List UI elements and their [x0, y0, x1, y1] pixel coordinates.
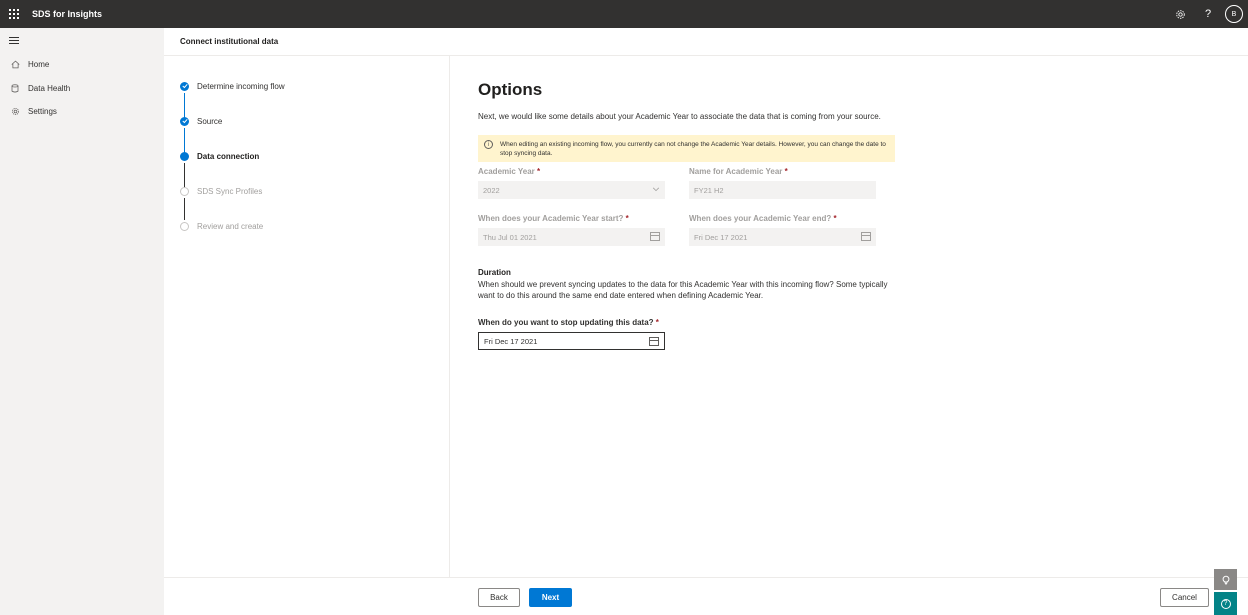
cancel-button[interactable]: Cancel	[1160, 588, 1209, 607]
stop-date-label: When do you want to stop updating this d…	[478, 318, 654, 327]
stop-date-value: Fri Dec 17 2021	[484, 336, 538, 346]
end-date-label: When does your Academic Year end?	[689, 214, 832, 223]
warning-message-bar: i When editing an existing incoming flow…	[478, 135, 895, 162]
duration-description: When should we prevent syncing updates t…	[478, 280, 888, 300]
hamburger-menu-icon[interactable]	[9, 37, 19, 46]
home-icon	[9, 60, 21, 69]
help-icon[interactable]: ?	[1194, 0, 1222, 28]
warning-text: When editing an existing incoming flow, …	[500, 141, 886, 157]
settings-icon[interactable]	[1166, 0, 1194, 28]
step-source[interactable]: Source	[180, 114, 222, 128]
nav-item-label: Home	[28, 59, 50, 69]
nav-item-label: Data Health	[28, 83, 71, 93]
stop-date-picker[interactable]: Fri Dec 17 2021	[478, 332, 665, 350]
checkmark-icon	[180, 116, 189, 126]
calendar-icon[interactable]	[649, 337, 659, 346]
academic-year-value: 2022	[483, 185, 500, 195]
nav-item-data-health[interactable]: Data Health	[0, 78, 164, 98]
academic-year-label: Academic Year	[478, 167, 535, 176]
gear-icon	[9, 107, 21, 116]
back-button[interactable]: Back	[478, 588, 520, 607]
chevron-down-icon	[652, 185, 660, 195]
step-label: SDS Sync Profiles	[197, 186, 263, 196]
empty-circle-icon	[180, 186, 189, 196]
next-button[interactable]: Next	[529, 588, 572, 607]
required-marker: *	[784, 167, 788, 176]
step-determine-incoming-flow[interactable]: Determine incoming flow	[180, 79, 285, 93]
step-label: Determine incoming flow	[197, 81, 285, 91]
step-label: Source	[197, 116, 223, 126]
stop-date-field: When do you want to stop updating this d…	[478, 318, 665, 350]
top-bar: SDS for Insights ? B	[0, 0, 1248, 28]
step-label: Review and create	[197, 221, 264, 231]
intro-text: Next, we would like some details about y…	[478, 112, 881, 121]
checkmark-icon	[180, 81, 189, 91]
start-date-label: When does your Academic Year start?	[478, 214, 624, 223]
wizard-stepper: Determine incoming flow Source Data conn…	[164, 56, 450, 577]
left-navigation: Home Data Health Settings	[0, 28, 164, 615]
empty-circle-icon	[180, 221, 189, 231]
academic-year-name-label: Name for Academic Year	[689, 167, 783, 176]
nav-item-settings[interactable]: Settings	[0, 101, 164, 121]
current-step-icon	[180, 151, 189, 161]
wizard-footer: Back Next Cancel	[164, 577, 1248, 615]
end-date-field: When does your Academic Year end? * Fri …	[689, 214, 876, 246]
academic-year-name-field: Name for Academic Year * FY21 H2	[689, 167, 876, 199]
feedback-icon[interactable]	[1214, 569, 1237, 590]
end-date-value: Fri Dec 17 2021	[694, 232, 748, 242]
academic-year-dropdown[interactable]: 2022	[478, 181, 665, 199]
academic-year-name-value: FY21 H2	[694, 185, 724, 195]
page-title: Connect institutional data	[180, 37, 279, 46]
required-marker: *	[625, 214, 629, 223]
page-header: Connect institutional data	[164, 28, 1248, 56]
start-date-field: When does your Academic Year start? * Th…	[478, 214, 665, 246]
academic-year-field: Academic Year * 2022	[478, 167, 665, 199]
end-date-picker[interactable]: Fri Dec 17 2021	[689, 228, 876, 246]
academic-year-name-input[interactable]: FY21 H2	[689, 181, 876, 199]
calendar-icon[interactable]	[650, 232, 660, 241]
database-icon	[9, 83, 21, 93]
app-launcher-icon[interactable]	[0, 0, 28, 28]
start-date-picker[interactable]: Thu Jul 01 2021	[478, 228, 665, 246]
start-date-value: Thu Jul 01 2021	[483, 232, 537, 242]
step-connector	[184, 198, 185, 220]
required-marker: *	[655, 318, 659, 327]
info-icon: i	[484, 140, 493, 149]
step-review-and-create: Review and create	[180, 219, 263, 233]
options-heading: Options	[478, 80, 543, 99]
nav-item-home[interactable]: Home	[0, 54, 164, 74]
step-sds-sync-profiles: SDS Sync Profiles	[180, 184, 262, 198]
avatar[interactable]: B	[1225, 5, 1243, 23]
required-marker: *	[537, 167, 541, 176]
help-chat-button[interactable]: ?	[1214, 592, 1237, 615]
calendar-icon[interactable]	[861, 232, 871, 241]
nav-item-label: Settings	[28, 106, 57, 116]
step-label: Data connection	[197, 151, 260, 161]
duration-title: Duration	[478, 268, 511, 277]
app-title[interactable]: SDS for Insights	[32, 9, 102, 19]
required-marker: *	[833, 214, 837, 223]
question-icon: ?	[1220, 598, 1231, 609]
step-data-connection[interactable]: Data connection	[180, 149, 259, 163]
